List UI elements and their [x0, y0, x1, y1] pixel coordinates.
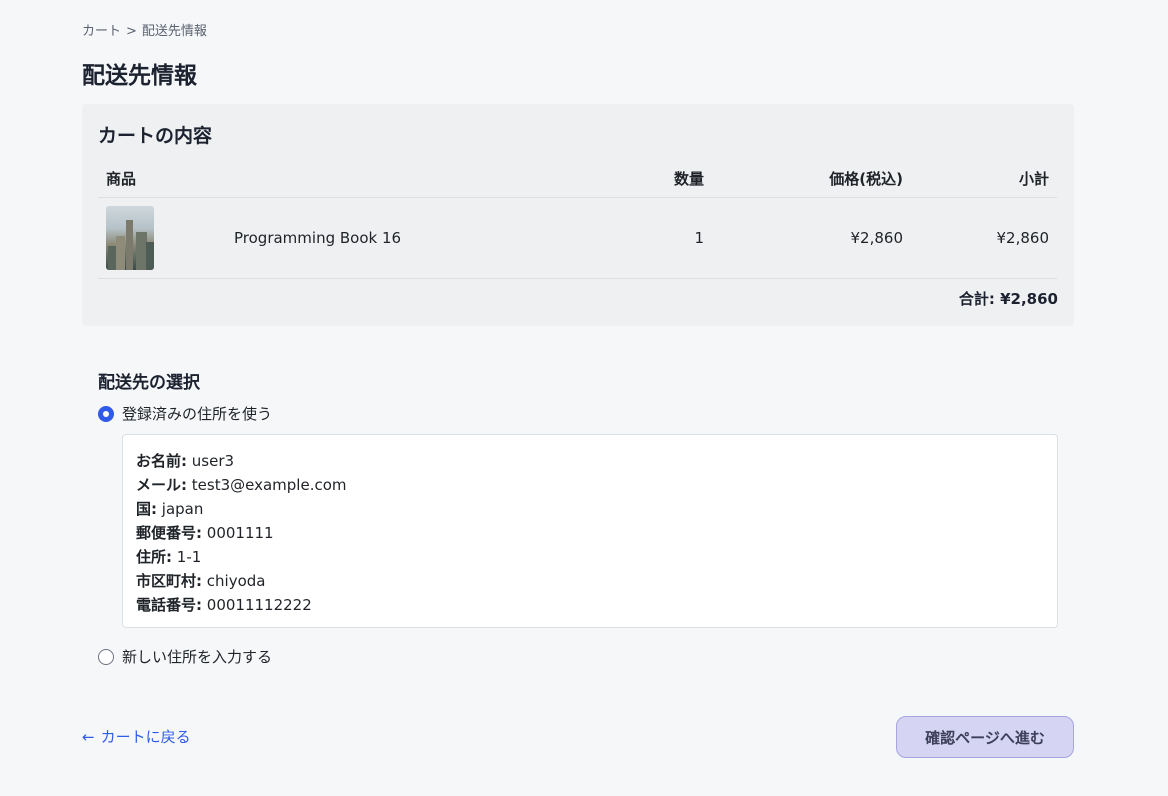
product-thumbnail: [106, 205, 154, 270]
saved-address-label: 登録済みの住所を使う: [122, 405, 273, 423]
saved-address-radio[interactable]: [98, 405, 114, 422]
address-phone-value: 00011112222: [206, 596, 312, 614]
address-country-line: 国: japan: [136, 497, 1044, 521]
breadcrumb-cart-link[interactable]: カート: [82, 24, 121, 39]
address-postal-label: 郵便番号:: [136, 524, 202, 542]
new-address-option[interactable]: 新しい住所を入力する: [98, 646, 272, 667]
table-row: Programming Book 16 1 ¥2,860 ¥2,860: [98, 197, 1057, 279]
address-city-line: 市区町村: chiyoda: [136, 569, 1044, 593]
breadcrumb: カート > 配送先情報: [82, 20, 207, 39]
product-subtotal: ¥2,860: [911, 197, 1057, 279]
address-city-value: chiyoda: [206, 572, 266, 590]
address-name-label: お名前:: [136, 452, 187, 470]
arrow-left-icon: ←: [82, 727, 95, 746]
back-to-cart-label: カートに戻る: [100, 728, 191, 746]
address-postal-line: 郵便番号: 0001111: [136, 521, 1044, 545]
saved-address-card: お名前: user3 メール: test3@example.com 国: jap…: [122, 434, 1058, 628]
cart-title: カートの内容: [98, 125, 213, 147]
address-country-label: 国:: [136, 500, 157, 518]
saved-address-option[interactable]: 登録済みの住所を使う: [98, 403, 272, 424]
column-header-quantity: 数量: [582, 160, 712, 198]
address-street-line: 住所: 1-1: [136, 545, 1044, 569]
product-quantity: 1: [582, 197, 712, 279]
back-to-cart-link[interactable]: ← カートに戻る: [82, 726, 191, 747]
cart-table: 商品 数量 価格(税込) 小計 Programming Book 16 1 ¥2…: [98, 160, 1057, 279]
new-address-radio[interactable]: [98, 648, 114, 665]
address-phone-label: 電話番号:: [136, 596, 202, 614]
address-phone-line: 電話番号: 00011112222: [136, 593, 1044, 617]
address-name-value: user3: [191, 452, 235, 470]
address-street-label: 住所:: [136, 548, 172, 566]
column-header-product: 商品: [98, 160, 582, 198]
address-name-line: お名前: user3: [136, 449, 1044, 473]
address-postal-value: 0001111: [206, 524, 274, 542]
new-address-label: 新しい住所を入力する: [122, 648, 273, 666]
column-header-price: 価格(税込): [712, 160, 911, 198]
breadcrumb-current: 配送先情報: [141, 24, 207, 39]
address-city-label: 市区町村:: [136, 572, 202, 590]
address-email-line: メール: test3@example.com: [136, 473, 1044, 497]
address-email-value: test3@example.com: [191, 476, 347, 494]
address-country-value: japan: [161, 500, 204, 518]
product-name: Programming Book 16: [228, 197, 582, 279]
breadcrumb-separator: >: [126, 24, 137, 39]
address-email-label: メール:: [136, 476, 187, 494]
proceed-to-confirm-button[interactable]: 確認ページへ進む: [896, 716, 1074, 758]
cart-summary: カートの内容 商品 数量 価格(税込) 小計 Programming Book …: [82, 104, 1074, 326]
product-image-cell: [98, 197, 228, 279]
product-price: ¥2,860: [712, 197, 911, 279]
address-street-value: 1-1: [176, 548, 202, 566]
cart-header-row: 商品 数量 価格(税込) 小計: [98, 160, 1057, 198]
page-title: 配送先情報: [82, 63, 197, 89]
cart-total: 合計: ¥2,860: [958, 290, 1058, 308]
page: カート > 配送先情報 配送先情報 カートの内容 商品 数量 価格(税込) 小計: [0, 0, 1168, 796]
shipping-section-title: 配送先の選択: [98, 373, 200, 393]
column-header-subtotal: 小計: [911, 160, 1057, 198]
